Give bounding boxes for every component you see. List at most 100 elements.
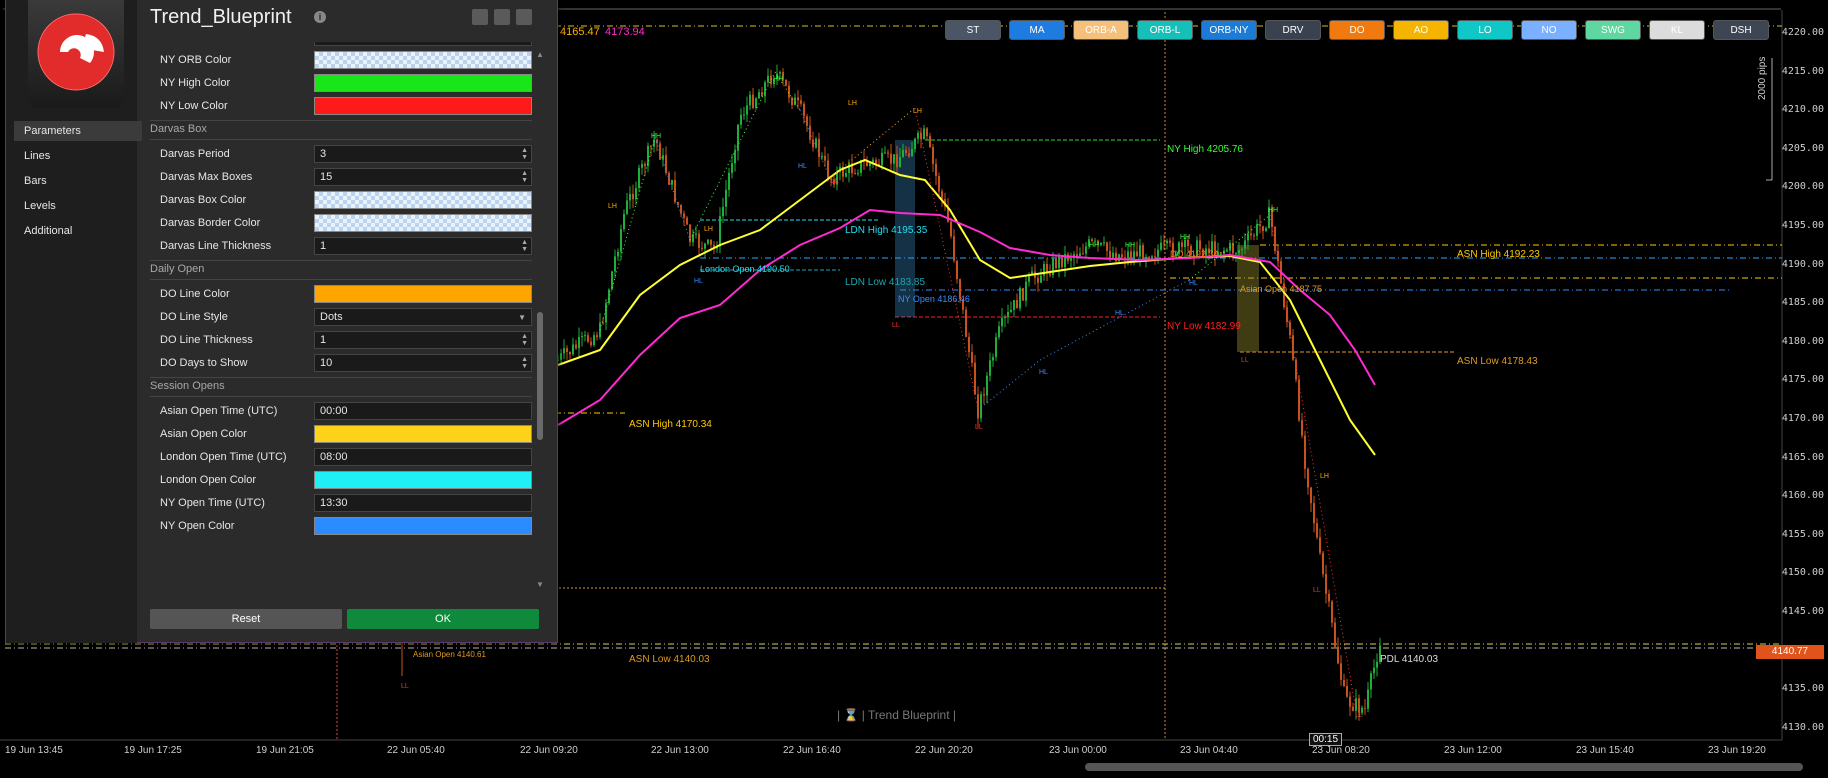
toolbar-button-st[interactable]: ST <box>945 20 1001 40</box>
scroll-up-icon[interactable]: ▲ <box>536 50 544 59</box>
swing-label-hh: HH <box>651 133 662 140</box>
color-swatch[interactable] <box>314 425 532 443</box>
scroll-down-icon[interactable]: ▼ <box>536 580 544 589</box>
number-field[interactable]: 1 ▲ ▼ <box>314 331 532 349</box>
param-row: Darvas Box Color <box>150 191 532 211</box>
save-icon[interactable] <box>494 9 510 25</box>
spinner-icon[interactable]: ▲ ▼ <box>521 147 528 161</box>
param-label: Asian Open Time (UTC) <box>160 405 278 417</box>
candle-body <box>584 335 586 337</box>
logo-icon <box>37 13 115 91</box>
open-folder-icon[interactable] <box>472 9 488 25</box>
chart-window[interactable]: 4165.47 4173.94 ST MA ORB-A ORB-L ORB-NY DRV D… <box>0 0 1828 778</box>
toolbar-button-swg[interactable]: SWG <box>1585 20 1641 40</box>
color-swatch[interactable] <box>314 51 532 69</box>
color-swatch[interactable] <box>314 471 532 489</box>
time-tick-label: 22 Jun 09:20 <box>520 745 578 756</box>
swing-label-ll: LL <box>1355 712 1363 719</box>
color-swatch[interactable] <box>314 97 532 115</box>
toolbar-button-orb-l[interactable]: ORB-L <box>1137 20 1193 40</box>
swing-label-hl: HL <box>694 278 703 285</box>
number-field[interactable]: 3 ▲ ▼ <box>314 145 532 163</box>
candle-body <box>932 147 934 164</box>
candle-body <box>728 172 730 190</box>
text-field[interactable]: 08:00 <box>314 448 532 466</box>
reset-button[interactable]: Reset <box>150 609 342 629</box>
spinner-icon[interactable]: ▲ ▼ <box>521 239 528 253</box>
swing-label-hh: HH <box>1180 234 1191 241</box>
candle-body <box>908 153 910 157</box>
toolbar-button-drv[interactable]: DRV <box>1265 20 1321 40</box>
chevron-down-icon[interactable]: ▼ <box>518 310 526 326</box>
candle-body <box>1079 253 1081 257</box>
swing-label-hl: HL <box>1039 369 1048 376</box>
scroll-thumb[interactable] <box>537 312 543 440</box>
toolbar-button-orb-ny[interactable]: ORB-NY <box>1201 20 1257 40</box>
param-row: Darvas Max Boxes 15 ▲ ▼ <box>150 168 532 188</box>
price-tick-label: 4175.00 <box>1781 374 1824 386</box>
toolbar-button-dsh[interactable]: DSH <box>1713 20 1769 40</box>
candle-body <box>722 206 724 217</box>
number-field[interactable]: 15 ▲ ▼ <box>314 168 532 186</box>
text-field[interactable]: 21:00 <box>314 42 532 46</box>
candle-body <box>779 72 781 74</box>
nav-parameters[interactable]: Parameters <box>14 121 142 141</box>
candle-body <box>719 216 721 247</box>
candle-body <box>566 348 568 352</box>
toolbar-button-no[interactable]: NO <box>1521 20 1577 40</box>
toolbar-button-kl[interactable]: KL <box>1649 20 1705 40</box>
nav-levels[interactable]: Levels <box>14 196 142 216</box>
spinner-icon[interactable]: ▲ ▼ <box>521 333 528 347</box>
spinner-icon[interactable]: ▲ ▼ <box>521 170 528 184</box>
toolbar-button-do[interactable]: DO <box>1329 20 1385 40</box>
candle-body <box>1253 235 1255 237</box>
param-label: NY High Color <box>160 77 231 89</box>
text-field[interactable]: 00:00 <box>314 402 532 420</box>
info-icon[interactable]: i <box>314 11 326 23</box>
select-field[interactable]: Dots ▼ <box>314 308 532 326</box>
pips-label: 2000 pips <box>1757 56 1768 100</box>
delete-icon[interactable] <box>516 9 532 25</box>
param-row: Darvas Period 3 ▲ ▼ <box>150 145 532 165</box>
candle-body <box>1169 240 1171 243</box>
text-field[interactable]: 13:30 <box>314 494 532 512</box>
nav-bars[interactable]: Bars <box>14 171 142 191</box>
candle-body <box>617 251 619 257</box>
spinner-icon[interactable]: ▲ ▼ <box>521 356 528 370</box>
time-tick-label: 23 Jun 04:40 <box>1180 745 1238 756</box>
asian-open-label: Asian Open 4187.75 <box>1240 284 1323 294</box>
number-field[interactable]: 10 ▲ ▼ <box>314 354 532 372</box>
param-label: NY Low Color <box>160 100 228 112</box>
candle-body <box>629 193 631 201</box>
divider <box>150 260 532 261</box>
color-swatch[interactable] <box>314 191 532 209</box>
candle-body <box>1352 706 1354 711</box>
color-swatch[interactable] <box>314 285 532 303</box>
candle-body <box>1166 240 1168 244</box>
number-field[interactable]: 1 ▲ ▼ <box>314 237 532 255</box>
toolbar-button-orb-a[interactable]: ORB-A <box>1073 20 1129 40</box>
param-label: Darvas Max Boxes <box>160 171 253 183</box>
param-row: NY High Color <box>150 74 532 94</box>
candle-body <box>1301 420 1303 436</box>
color-swatch[interactable] <box>314 517 532 535</box>
ok-button[interactable]: OK <box>347 609 539 629</box>
price-tick-label: 4210.00 <box>1781 104 1824 116</box>
candle-body <box>1142 245 1144 261</box>
param-label: London Open Color <box>160 474 257 486</box>
color-swatch[interactable] <box>314 214 532 232</box>
candle-body <box>884 152 886 154</box>
candle-body <box>1154 256 1156 258</box>
chart-hscrollbar[interactable] <box>1085 763 1803 771</box>
toolbar-button-ma[interactable]: MA <box>1009 20 1065 40</box>
toolbar-button-lo[interactable]: LO <box>1457 20 1513 40</box>
candle-body <box>1139 245 1141 257</box>
candle-body <box>968 336 970 353</box>
color-swatch[interactable] <box>314 74 532 92</box>
nav-additional[interactable]: Additional <box>14 221 142 241</box>
nav-lines[interactable]: Lines <box>14 146 142 166</box>
candle-body <box>638 167 640 189</box>
toolbar-button-ao[interactable]: AO <box>1393 20 1449 40</box>
candle-body <box>794 97 796 106</box>
params-scrollbar[interactable]: ▲ ▼ <box>536 50 544 590</box>
